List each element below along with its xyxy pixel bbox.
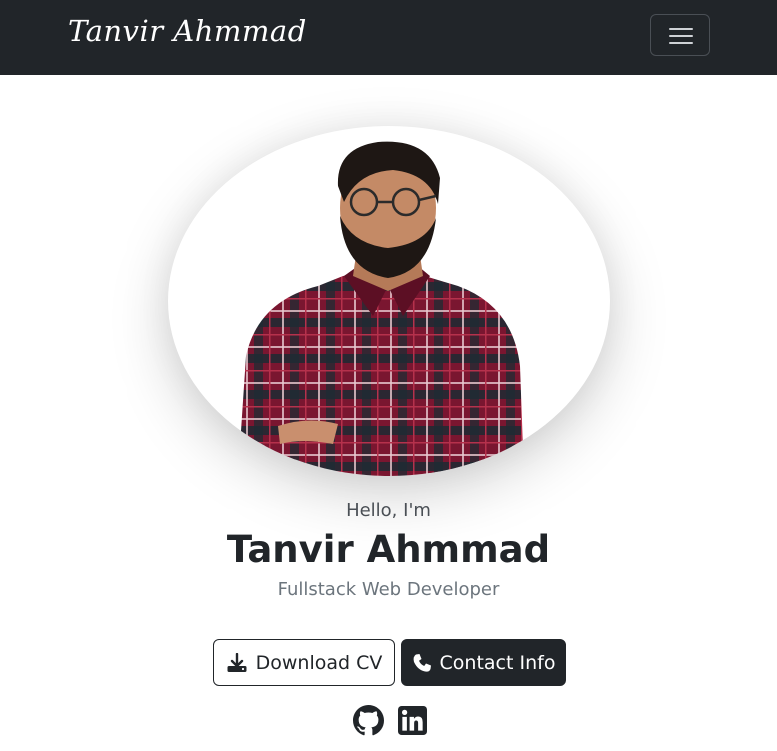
navbar-toggle-button[interactable] <box>650 14 710 56</box>
github-link[interactable] <box>352 704 384 736</box>
linkedin-link[interactable] <box>396 704 428 736</box>
brand-logo[interactable]: Tanvir Ahmmad <box>68 14 307 48</box>
hero-name: Tanvir Ahmmad <box>226 528 551 571</box>
contact-info-label: Contact Info <box>439 651 556 674</box>
job-title: Fullstack Web Developer <box>277 579 500 600</box>
top-navbar: Tanvir Ahmmad <box>0 0 777 75</box>
profile-photo <box>168 126 610 476</box>
contact-info-button[interactable]: Contact Info <box>401 639 566 686</box>
github-icon <box>352 704 384 735</box>
hamburger-menu-icon <box>669 28 693 30</box>
download-icon <box>226 652 248 673</box>
linkedin-icon <box>397 705 427 735</box>
greeting-text: Hello, I'm <box>346 500 431 521</box>
profile-portrait-illustration <box>238 141 524 476</box>
download-cv-label: Download CV <box>255 651 383 674</box>
download-cv-button[interactable]: Download CV <box>213 639 395 686</box>
phone-icon <box>412 653 432 673</box>
